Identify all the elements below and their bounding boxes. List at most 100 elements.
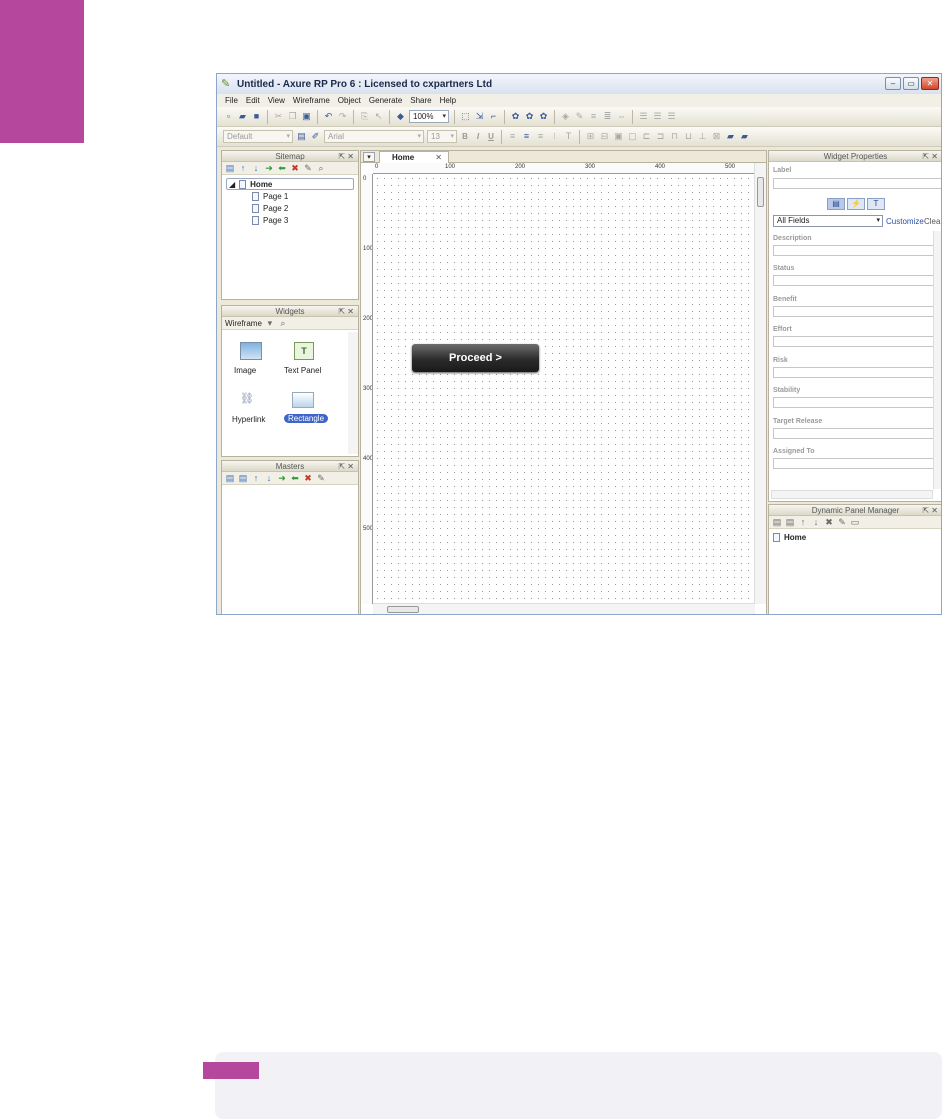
benefit-field[interactable] [773, 306, 935, 317]
ungroup-icon[interactable]: ⊟ [599, 131, 610, 142]
properties-controls[interactable]: ⇱ ✕ [922, 151, 938, 162]
interactions-tab-icon[interactable]: ⚡ [847, 198, 865, 210]
sitemap-item-home[interactable]: ◢ Home [226, 178, 354, 190]
align-center-icon[interactable]: ☰ [652, 111, 663, 122]
line-color-icon[interactable]: ✎ [574, 111, 585, 122]
folder-icon[interactable]: ▰ [725, 131, 736, 142]
rectangle-widget-icon[interactable] [292, 392, 314, 408]
bullets-icon[interactable]: ⁝ [549, 131, 560, 142]
move-down-icon[interactable]: ↓ [811, 517, 821, 528]
eraser-icon[interactable]: ◆ [395, 111, 406, 122]
delete-page-icon[interactable]: ✖ [290, 163, 300, 174]
image-widget-icon[interactable] [240, 342, 262, 360]
sitemap-item-page3[interactable]: Page 3 [252, 216, 288, 225]
add-folder-icon[interactable]: ▤ [238, 473, 248, 484]
font-size-combo[interactable]: 13 [427, 130, 457, 143]
search-icon[interactable]: ⌕ [278, 318, 288, 329]
cut-icon[interactable]: ✂ [273, 111, 284, 122]
indent-icon[interactable]: ➜ [277, 473, 287, 484]
menu-generate[interactable]: Generate [369, 94, 402, 107]
distribute-icon[interactable]: ⊐ [655, 131, 666, 142]
masters-controls[interactable]: ⇱ ✕ [338, 461, 354, 472]
canvas-vertical-scrollbar[interactable] [754, 163, 766, 604]
group-icon[interactable]: ⊞ [585, 131, 596, 142]
minimize-button[interactable]: – [885, 77, 901, 90]
menu-share[interactable]: Share [410, 94, 431, 107]
move-down-icon[interactable]: ↓ [264, 473, 274, 484]
text-color-icon[interactable]: T [563, 131, 574, 142]
text-panel-widget-icon[interactable]: T [294, 342, 314, 360]
menu-object[interactable]: Object [338, 94, 361, 107]
text-align-left-icon[interactable]: ≡ [507, 131, 518, 142]
align-right-icon[interactable]: ☰ [666, 111, 677, 122]
dynamic-panel-controls[interactable]: ⇱ ✕ [922, 505, 938, 516]
move-up-icon[interactable]: ↑ [238, 163, 248, 174]
rename-master-icon[interactable]: ✎ [316, 473, 326, 484]
format-brush-icon[interactable]: ✐ [310, 131, 321, 142]
properties-vertical-scrollbar[interactable] [933, 231, 941, 489]
effort-field[interactable] [773, 336, 935, 347]
underline-button[interactable]: U [486, 132, 496, 141]
preview-icon[interactable]: ✿ [538, 111, 549, 122]
tab-home[interactable]: Home ✕ [379, 151, 449, 163]
target-release-field[interactable] [773, 428, 935, 439]
move-up-icon[interactable]: ↑ [798, 517, 808, 528]
close-button[interactable]: ✕ [921, 77, 939, 90]
label-input[interactable] [773, 178, 941, 189]
canvas-grid[interactable]: Proceed > [374, 175, 755, 603]
fill-color-icon[interactable]: ◈ [560, 111, 571, 122]
panel-icon[interactable]: ▭ [850, 517, 860, 528]
text-align-center-icon[interactable]: ≡ [521, 131, 532, 142]
hyperlink-widget-icon[interactable]: ⛓ [240, 392, 254, 405]
stability-field[interactable] [773, 397, 935, 408]
bring-front-icon[interactable]: ▣ [613, 131, 624, 142]
rename-page-icon[interactable]: ✎ [303, 163, 313, 174]
connector-point-icon[interactable]: ⌐ [488, 111, 499, 122]
sitemap-controls[interactable]: ⇱ ✕ [338, 151, 354, 162]
scroll-thumb[interactable] [757, 177, 764, 207]
line-style-icon[interactable]: ≣ [602, 111, 613, 122]
text-align-right-icon[interactable]: ≡ [535, 131, 546, 142]
tab-close-icon[interactable]: ✕ [435, 152, 442, 163]
italic-button[interactable]: I [473, 132, 483, 141]
clear-link[interactable]: Clear [924, 217, 941, 226]
new-icon[interactable]: ▫ [223, 111, 234, 122]
align-objects-icon[interactable]: ⊏ [641, 131, 652, 142]
redo-icon[interactable]: ↷ [337, 111, 348, 122]
fields-filter-select[interactable]: All Fields [773, 215, 883, 227]
widget-library-select[interactable]: Wireframe [225, 319, 262, 328]
widgets-controls[interactable]: ⇱ ✕ [338, 306, 354, 317]
add-state-icon[interactable]: ▤ [772, 517, 782, 528]
generate-spec-icon[interactable]: ✿ [524, 111, 535, 122]
annotations-tab-icon[interactable]: ▤ [827, 198, 845, 210]
paste-icon[interactable]: ▣ [301, 111, 312, 122]
sitemap-item-page2[interactable]: Page 2 [252, 204, 288, 213]
menu-edit[interactable]: Edit [246, 94, 260, 107]
search-icon[interactable]: ⌕ [316, 163, 326, 174]
menu-file[interactable]: File [225, 94, 238, 107]
connector-icon[interactable]: ⇲ [474, 111, 485, 122]
outdent-icon[interactable]: ⬅ [277, 163, 287, 174]
delete-master-icon[interactable]: ✖ [303, 473, 313, 484]
dynamic-panel-item[interactable]: Home [773, 533, 806, 542]
pointer-icon[interactable]: ⬚ [460, 111, 471, 122]
send-back-icon[interactable]: ▢ [627, 131, 638, 142]
outdent-icon[interactable]: ⬅ [290, 473, 300, 484]
scroll-thumb[interactable] [387, 606, 419, 613]
tab-list-button[interactable]: ▾ [363, 152, 375, 162]
copy-icon[interactable]: ❐ [287, 111, 298, 122]
add-master-icon[interactable]: ▤ [225, 473, 235, 484]
menu-help[interactable]: Help [440, 94, 456, 107]
align-top-icon[interactable]: ⊓ [669, 131, 680, 142]
risk-field[interactable] [773, 367, 935, 378]
menu-wireframe[interactable]: Wireframe [293, 94, 330, 107]
bold-button[interactable]: B [460, 132, 470, 141]
style-edit-icon[interactable]: ▤ [296, 131, 307, 142]
select-mode-icon[interactable]: ↖ [373, 111, 384, 122]
indent-icon[interactable]: ➜ [264, 163, 274, 174]
lock-icon[interactable]: ⊠ [711, 131, 722, 142]
duplicate-state-icon[interactable]: ▤ [785, 517, 795, 528]
expand-toggle-icon[interactable]: ◢ [229, 180, 235, 189]
line-width-icon[interactable]: ≡ [588, 111, 599, 122]
customize-link[interactable]: Customize [886, 217, 924, 226]
